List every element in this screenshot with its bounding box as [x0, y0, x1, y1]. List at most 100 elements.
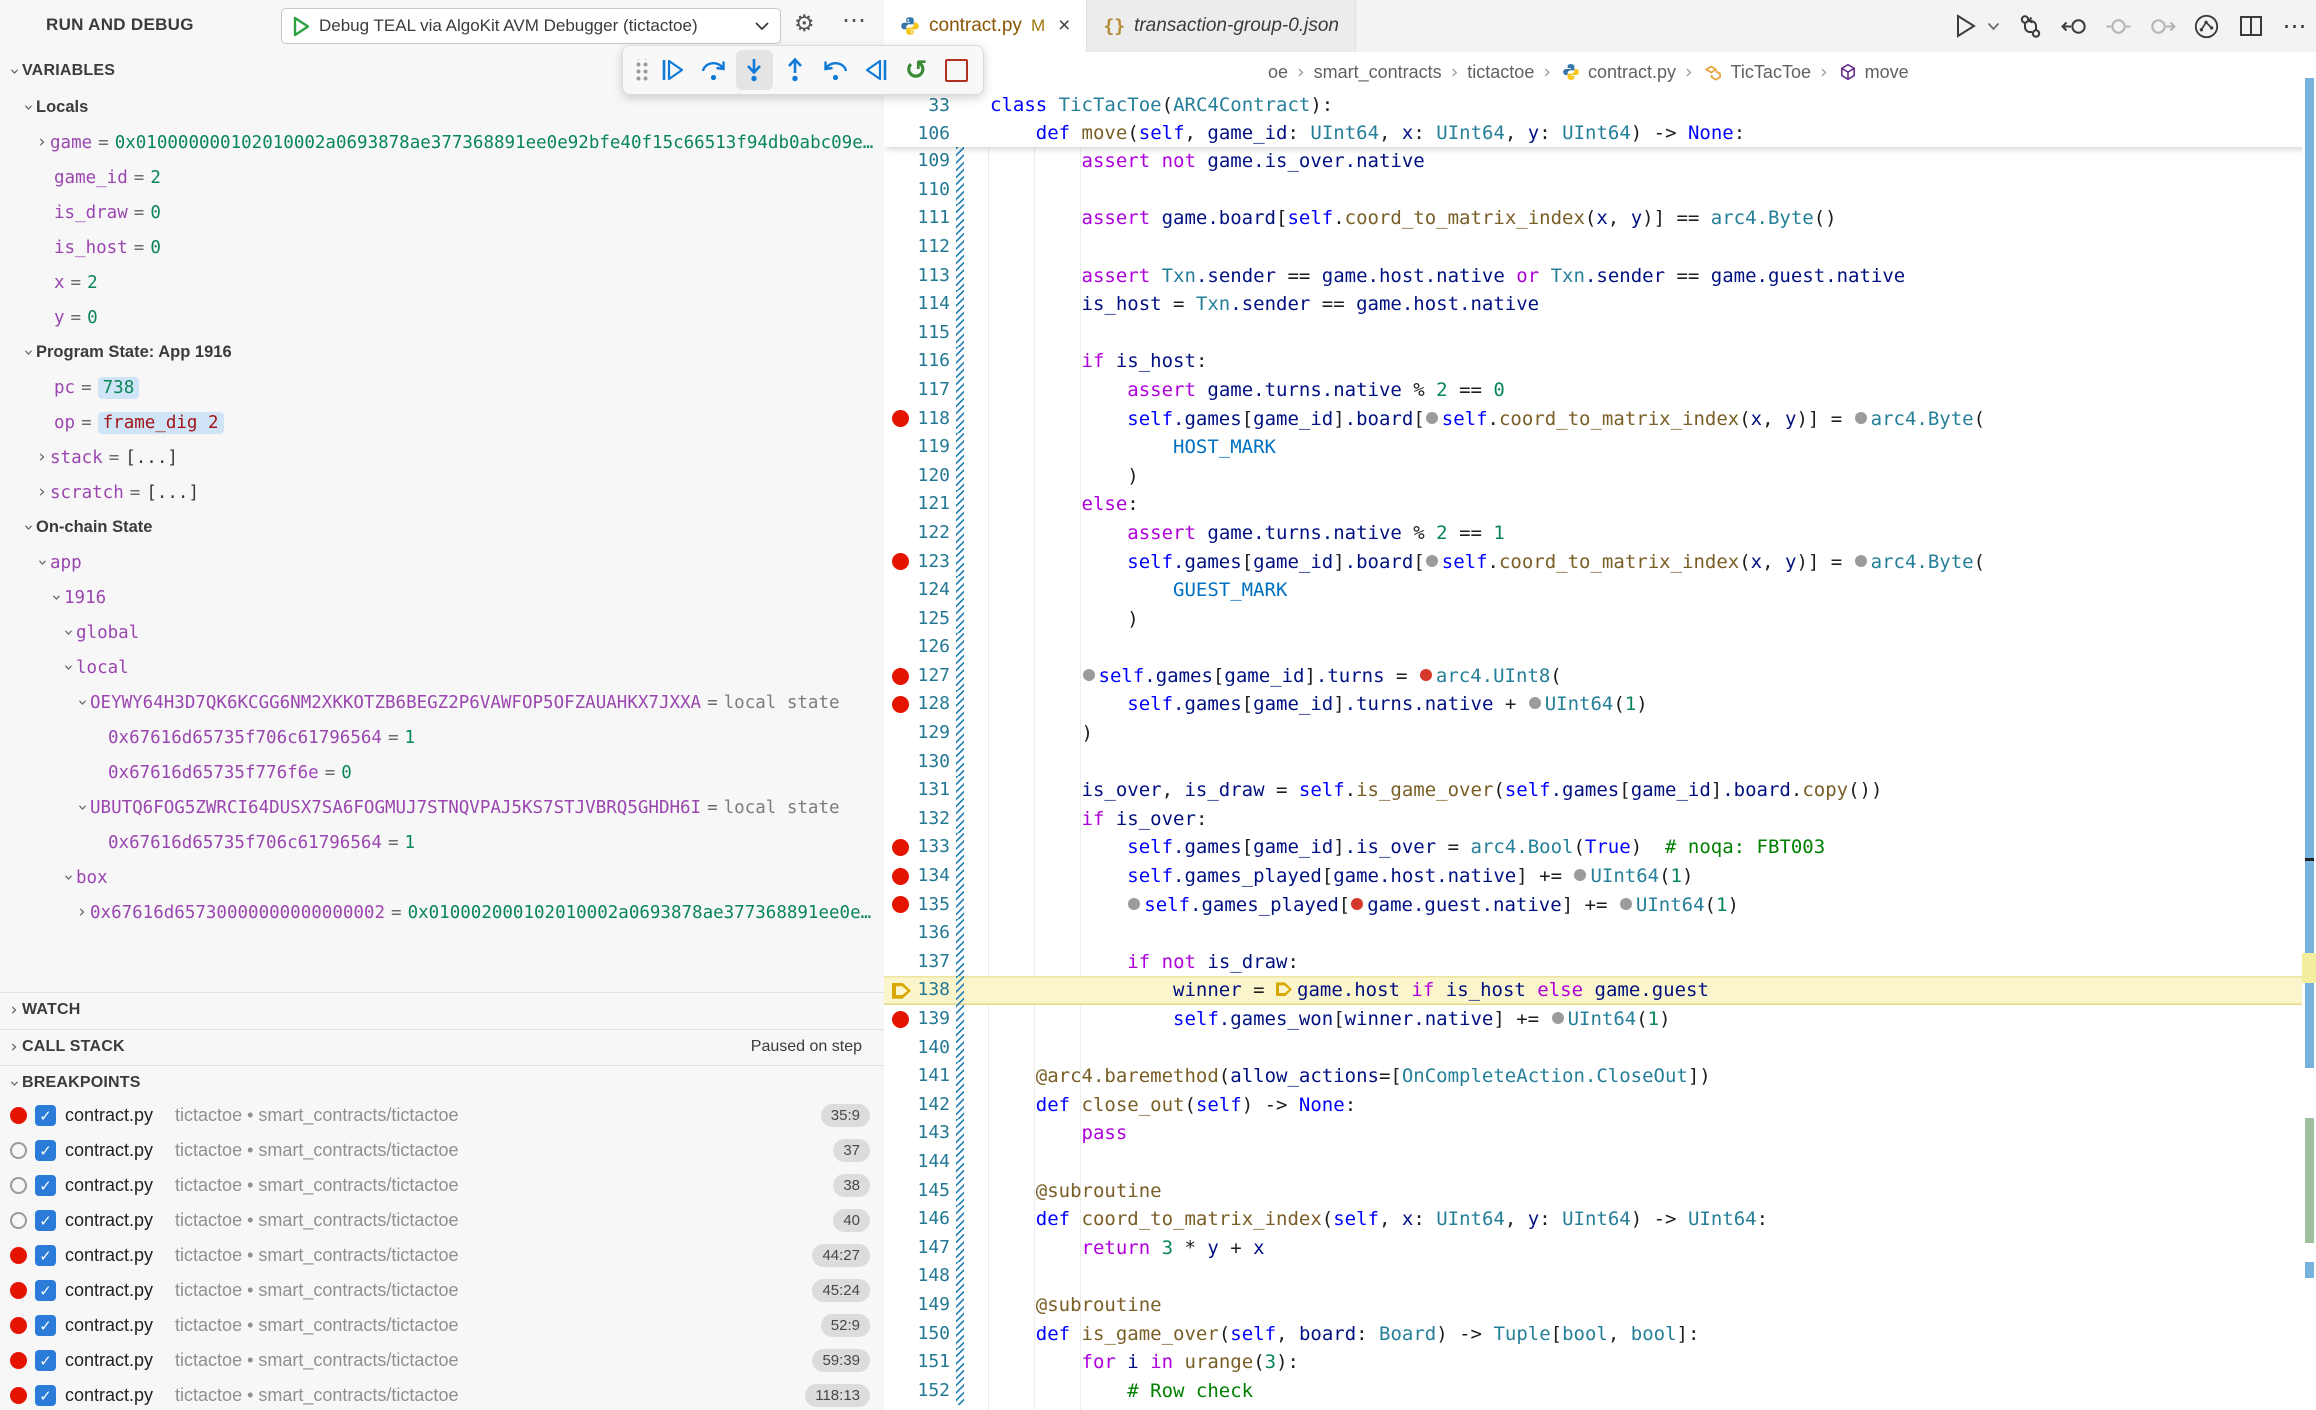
breakpoint-checkbox[interactable]: ✓ — [35, 1280, 56, 1301]
step-over-button[interactable] — [696, 50, 732, 90]
breakpoint-gutter[interactable] — [884, 1348, 912, 1377]
close-icon[interactable]: × — [1058, 14, 1070, 38]
variable-row[interactable]: 0x67616d65735f776f6e=0 — [0, 755, 884, 790]
more-actions-icon[interactable]: ⋯ — [2281, 13, 2308, 40]
breakpoint-dot[interactable] — [892, 896, 909, 913]
breakpoint-list-item[interactable]: ✓contract.pytictactoe • smart_contracts/… — [0, 1168, 884, 1203]
breakpoint-gutter[interactable] — [884, 1291, 912, 1320]
breakpoint-gutter[interactable] — [884, 548, 912, 577]
variable-row[interactable]: ›local — [0, 650, 884, 685]
breakpoint-checkbox[interactable]: ✓ — [35, 1105, 56, 1126]
variable-row[interactable]: op=frame_dig 2 — [0, 405, 884, 440]
breakpoint-gutter[interactable] — [884, 1148, 912, 1177]
step-back-button[interactable] — [817, 50, 853, 90]
call-graph-icon[interactable] — [2193, 13, 2220, 40]
breadcrumb-item[interactable]: tictactoe — [1467, 62, 1534, 83]
variable-row[interactable]: ›UBUTQ6FOG5ZWRCI64DUSX7SA6FOGMUJ7STNQVPA… — [0, 790, 884, 825]
split-editor-icon[interactable] — [2237, 13, 2264, 40]
breakpoint-gutter[interactable] — [884, 120, 912, 148]
variable-row[interactable]: ›OEYWY64H3D7QK6KCGG6NM2XKKOTZB6BEGZ2P6VA… — [0, 685, 884, 720]
breakpoint-gutter[interactable] — [884, 919, 912, 948]
breakpoint-dot[interactable] — [892, 696, 909, 713]
breadcrumb-item[interactable]: move — [1865, 62, 1909, 83]
tab-transaction-group-json[interactable]: {} transaction-group-0.json — [1087, 0, 1356, 52]
call-stack-section-header[interactable]: › CALL STACK Paused on step — [0, 1030, 884, 1064]
breakpoint-gutter[interactable] — [884, 347, 912, 376]
breakpoint-checkbox[interactable]: ✓ — [35, 1245, 56, 1266]
breakpoint-gutter[interactable] — [884, 690, 912, 719]
breakpoint-gutter[interactable] — [884, 948, 912, 977]
breadcrumb-item[interactable]: contract.py — [1588, 62, 1676, 83]
breakpoint-list-item[interactable]: ✓contract.pytictactoe • smart_contracts/… — [0, 1098, 884, 1133]
breakpoint-gutter[interactable] — [884, 490, 912, 519]
variable-row[interactable]: game_id=2 — [0, 160, 884, 195]
breakpoint-list-item[interactable]: ✓contract.pytictactoe • smart_contracts/… — [0, 1378, 884, 1410]
stop-button[interactable] — [938, 50, 974, 90]
run-dropdown-chevron-icon[interactable] — [1986, 13, 2000, 40]
breakpoint-list-item[interactable]: ✓contract.pytictactoe • smart_contracts/… — [0, 1203, 884, 1238]
breadcrumb-item[interactable]: oe — [1268, 62, 1288, 83]
variable-row[interactable]: x=2 — [0, 265, 884, 300]
variable-row[interactable]: 0x67616d65735f706c61796564=1 — [0, 825, 884, 860]
start-debug-icon[interactable] — [292, 16, 311, 37]
breakpoint-checkbox[interactable]: ✓ — [35, 1175, 56, 1196]
breakpoint-gutter[interactable] — [884, 233, 912, 262]
overview-ruler-scrollbar[interactable] — [2302, 92, 2316, 1410]
breakpoint-checkbox[interactable]: ✓ — [35, 1140, 56, 1161]
breakpoint-dot[interactable] — [892, 668, 909, 685]
toolbar-drag-grip[interactable] — [631, 50, 651, 90]
breakpoint-gutter[interactable] — [884, 976, 912, 1005]
breakpoint-dot[interactable] — [892, 839, 909, 856]
variable-row[interactable]: pc=738 — [0, 370, 884, 405]
breakpoint-dot[interactable] — [892, 410, 909, 427]
step-out-button[interactable] — [777, 50, 813, 90]
breadcrumb-item[interactable]: TicTacToe — [1731, 62, 1811, 83]
breakpoint-list-item[interactable]: ✓contract.pytictactoe • smart_contracts/… — [0, 1273, 884, 1308]
back-navigation-icon[interactable] — [2061, 13, 2088, 40]
breakpoint-gutter[interactable] — [884, 862, 912, 891]
breakpoint-gutter[interactable] — [884, 405, 912, 434]
breakpoint-checkbox[interactable]: ✓ — [35, 1315, 56, 1336]
breakpoint-dot[interactable] — [892, 1011, 909, 1028]
breakpoint-gutter[interactable] — [884, 176, 912, 205]
breakpoint-gutter[interactable] — [884, 1234, 912, 1263]
breakpoint-checkbox[interactable]: ✓ — [35, 1385, 56, 1406]
breakpoint-list-item[interactable]: ✓contract.pytictactoe • smart_contracts/… — [0, 1238, 884, 1273]
breakpoint-gutter[interactable] — [884, 519, 912, 548]
breakpoint-gutter[interactable] — [884, 748, 912, 777]
breakpoint-gutter[interactable] — [884, 433, 912, 462]
breakpoint-gutter[interactable] — [884, 147, 912, 176]
variable-row[interactable]: ›game=0x010000000102010002a0693878ae3773… — [0, 125, 884, 160]
breakpoint-gutter[interactable] — [884, 1034, 912, 1063]
debug-config-dropdown[interactable]: Debug TEAL via AlgoKit AVM Debugger (tic… — [281, 8, 781, 44]
breakpoint-gutter[interactable] — [884, 204, 912, 233]
more-actions-icon[interactable]: ⋯ — [842, 6, 866, 35]
continue-button[interactable] — [655, 50, 691, 90]
variable-row[interactable]: 0x67616d65735f706c61796564=1 — [0, 720, 884, 755]
run-button[interactable] — [1952, 13, 1979, 40]
breakpoint-gutter[interactable] — [884, 605, 912, 634]
breakpoint-gutter[interactable] — [884, 462, 912, 491]
variable-row[interactable]: ›global — [0, 615, 884, 650]
breadcrumb-item[interactable]: smart_contracts — [1314, 62, 1442, 83]
breakpoint-gutter[interactable] — [884, 1005, 912, 1034]
variable-row[interactable]: is_host=0 — [0, 230, 884, 265]
breakpoint-gutter[interactable] — [884, 1091, 912, 1120]
breakpoint-gutter[interactable] — [884, 719, 912, 748]
breakpoint-checkbox[interactable]: ✓ — [35, 1350, 56, 1371]
current-step-circle-icon[interactable] — [2105, 13, 2132, 40]
variable-row[interactable]: is_draw=0 — [0, 195, 884, 230]
breakpoint-gutter[interactable] — [884, 633, 912, 662]
breakpoint-gutter[interactable] — [884, 1377, 912, 1406]
breakpoints-section-header[interactable]: › BREAKPOINTS — [0, 1066, 884, 1100]
breakpoint-gutter[interactable] — [884, 1062, 912, 1091]
breakpoint-list-item[interactable]: ✓contract.pytictactoe • smart_contracts/… — [0, 1133, 884, 1168]
breakpoint-gutter[interactable] — [884, 376, 912, 405]
restart-button[interactable]: ↺ — [898, 50, 934, 90]
code-editor[interactable]: 109 assert not game.is_over.native110111… — [884, 92, 2316, 1410]
step-into-button[interactable] — [736, 50, 772, 90]
variable-row[interactable]: ›box — [0, 860, 884, 895]
breakpoint-list-item[interactable]: ✓contract.pytictactoe • smart_contracts/… — [0, 1308, 884, 1343]
variable-row[interactable]: ›Locals — [0, 90, 884, 125]
gear-icon[interactable]: ⚙ — [794, 10, 815, 37]
